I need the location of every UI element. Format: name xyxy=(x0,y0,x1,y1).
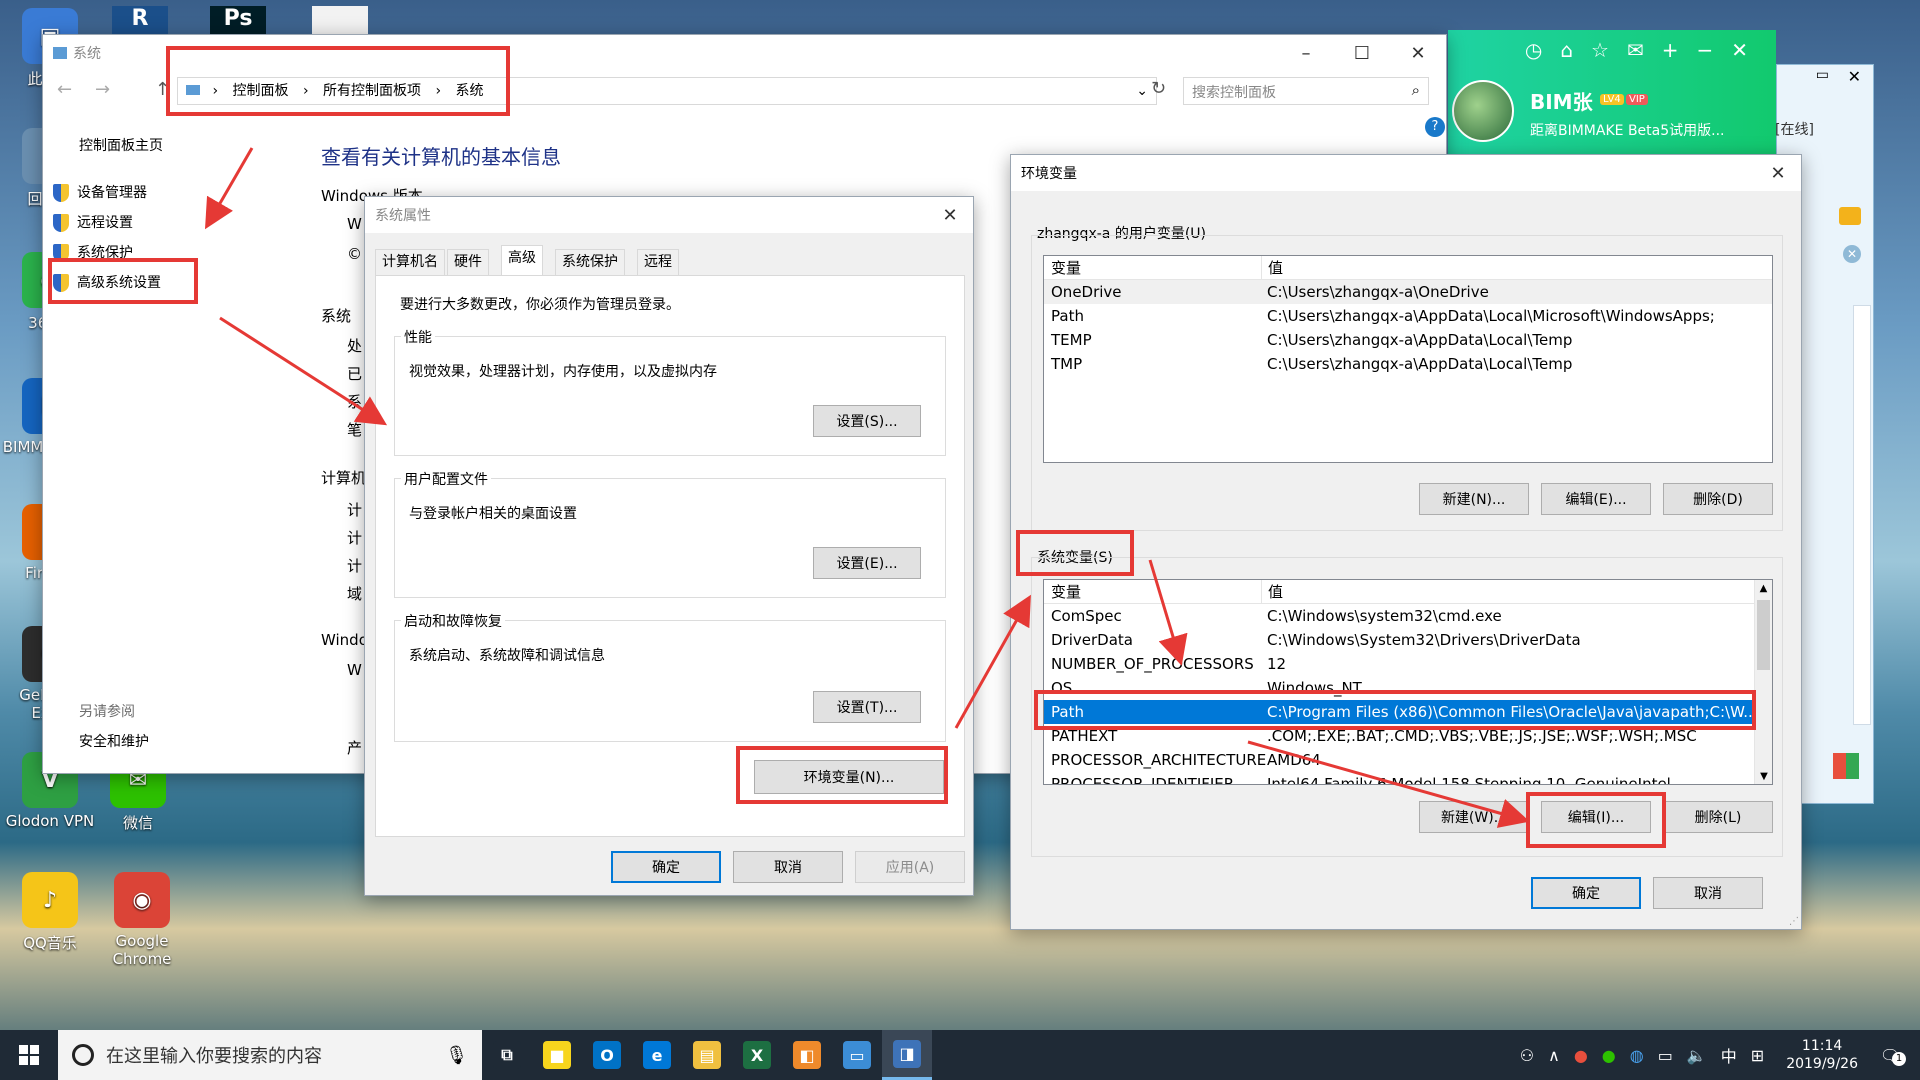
file-explorer-icon: ▤ xyxy=(693,1041,721,1069)
arrow-to-path-row xyxy=(1148,559,1188,666)
tray-app-icon[interactable]: ● xyxy=(1574,1046,1588,1065)
taskbar-search-box[interactable]: 在这里输入你要搜索的内容 🎙 xyxy=(58,1030,482,1080)
clock-time: 11:14 xyxy=(1801,1038,1843,1054)
notification-count: 1 xyxy=(1892,1051,1906,1066)
clock[interactable]: 11:14 2019/9/26 xyxy=(1786,1037,1858,1073)
edge-icon: e xyxy=(643,1041,671,1069)
taskbar-app-task-view[interactable]: ⧉ xyxy=(482,1030,532,1080)
taskbar-app-app-orange[interactable]: ◧ xyxy=(782,1030,832,1080)
arrow-to-env-dialog xyxy=(954,594,1031,729)
arrow-to-sys-props xyxy=(219,316,388,426)
system-tray: ⚇ ∧ ● ● ◍ ▭ 🔈 中 ⊞ 11:14 2019/9/26 🗨 1 xyxy=(1520,1037,1920,1073)
taskbar-app-edge[interactable]: e xyxy=(632,1030,682,1080)
ime-indicator[interactable]: 中 xyxy=(1721,1043,1737,1067)
start-button[interactable] xyxy=(0,1030,58,1080)
excel-icon: X xyxy=(743,1041,771,1069)
volume-icon[interactable]: 🔈 xyxy=(1687,1046,1707,1065)
tray-overflow-icon[interactable]: ∧ xyxy=(1548,1046,1560,1065)
taskbar-search-placeholder: 在这里输入你要搜索的内容 xyxy=(106,1046,322,1067)
microphone-icon[interactable]: 🎙 xyxy=(445,1045,468,1066)
outlook-icon: O xyxy=(593,1041,621,1069)
network-tray-icon[interactable]: ◍ xyxy=(1630,1046,1644,1065)
windows-logo-icon xyxy=(19,1045,39,1065)
arrow-to-edit-button xyxy=(1247,740,1530,828)
taskbar-app-remote-desktop[interactable]: ▭ xyxy=(832,1030,882,1080)
taskbar-app-outlook[interactable]: O xyxy=(582,1030,632,1080)
display-icon[interactable]: ▭ xyxy=(1658,1046,1673,1065)
notification-center[interactable]: 🗨 1 xyxy=(1880,1046,1910,1066)
annotation-arrows xyxy=(204,147,1530,828)
app-orange-icon: ◧ xyxy=(793,1041,821,1069)
clock-date: 2019/9/26 xyxy=(1786,1056,1858,1072)
taskbar-app-sticky-notes[interactable]: ■ xyxy=(532,1030,582,1080)
keyboard-icon[interactable]: ⊞ xyxy=(1751,1046,1764,1065)
cortana-icon xyxy=(72,1044,94,1066)
people-icon[interactable]: ⚇ xyxy=(1520,1046,1534,1065)
remote-desktop-icon: ▭ xyxy=(843,1041,871,1069)
taskbar-pinned-apps: ⧉ ■ Oe ▤ X ◧ ▭ ◨ xyxy=(482,1030,932,1080)
taskbar-app-excel[interactable]: X xyxy=(732,1030,782,1080)
taskbar-app-control-panel[interactable]: ◨ xyxy=(882,1030,932,1080)
taskbar: 在这里输入你要搜索的内容 🎙 ⧉ ■ Oe ▤ X ◧ ▭ ◨ ⚇ ∧ ● ● ◍ ▭ 🔈 中… xyxy=(0,1030,1920,1080)
control-panel-icon: ◨ xyxy=(893,1039,921,1068)
taskbar-app-file-explorer[interactable]: ▤ xyxy=(682,1030,732,1080)
arrow-to-advanced-settings xyxy=(204,147,254,230)
task-view-icon: ⧉ xyxy=(493,1041,521,1069)
wechat-tray-icon[interactable]: ● xyxy=(1602,1046,1616,1065)
sticky-notes-icon: ■ xyxy=(543,1041,571,1069)
